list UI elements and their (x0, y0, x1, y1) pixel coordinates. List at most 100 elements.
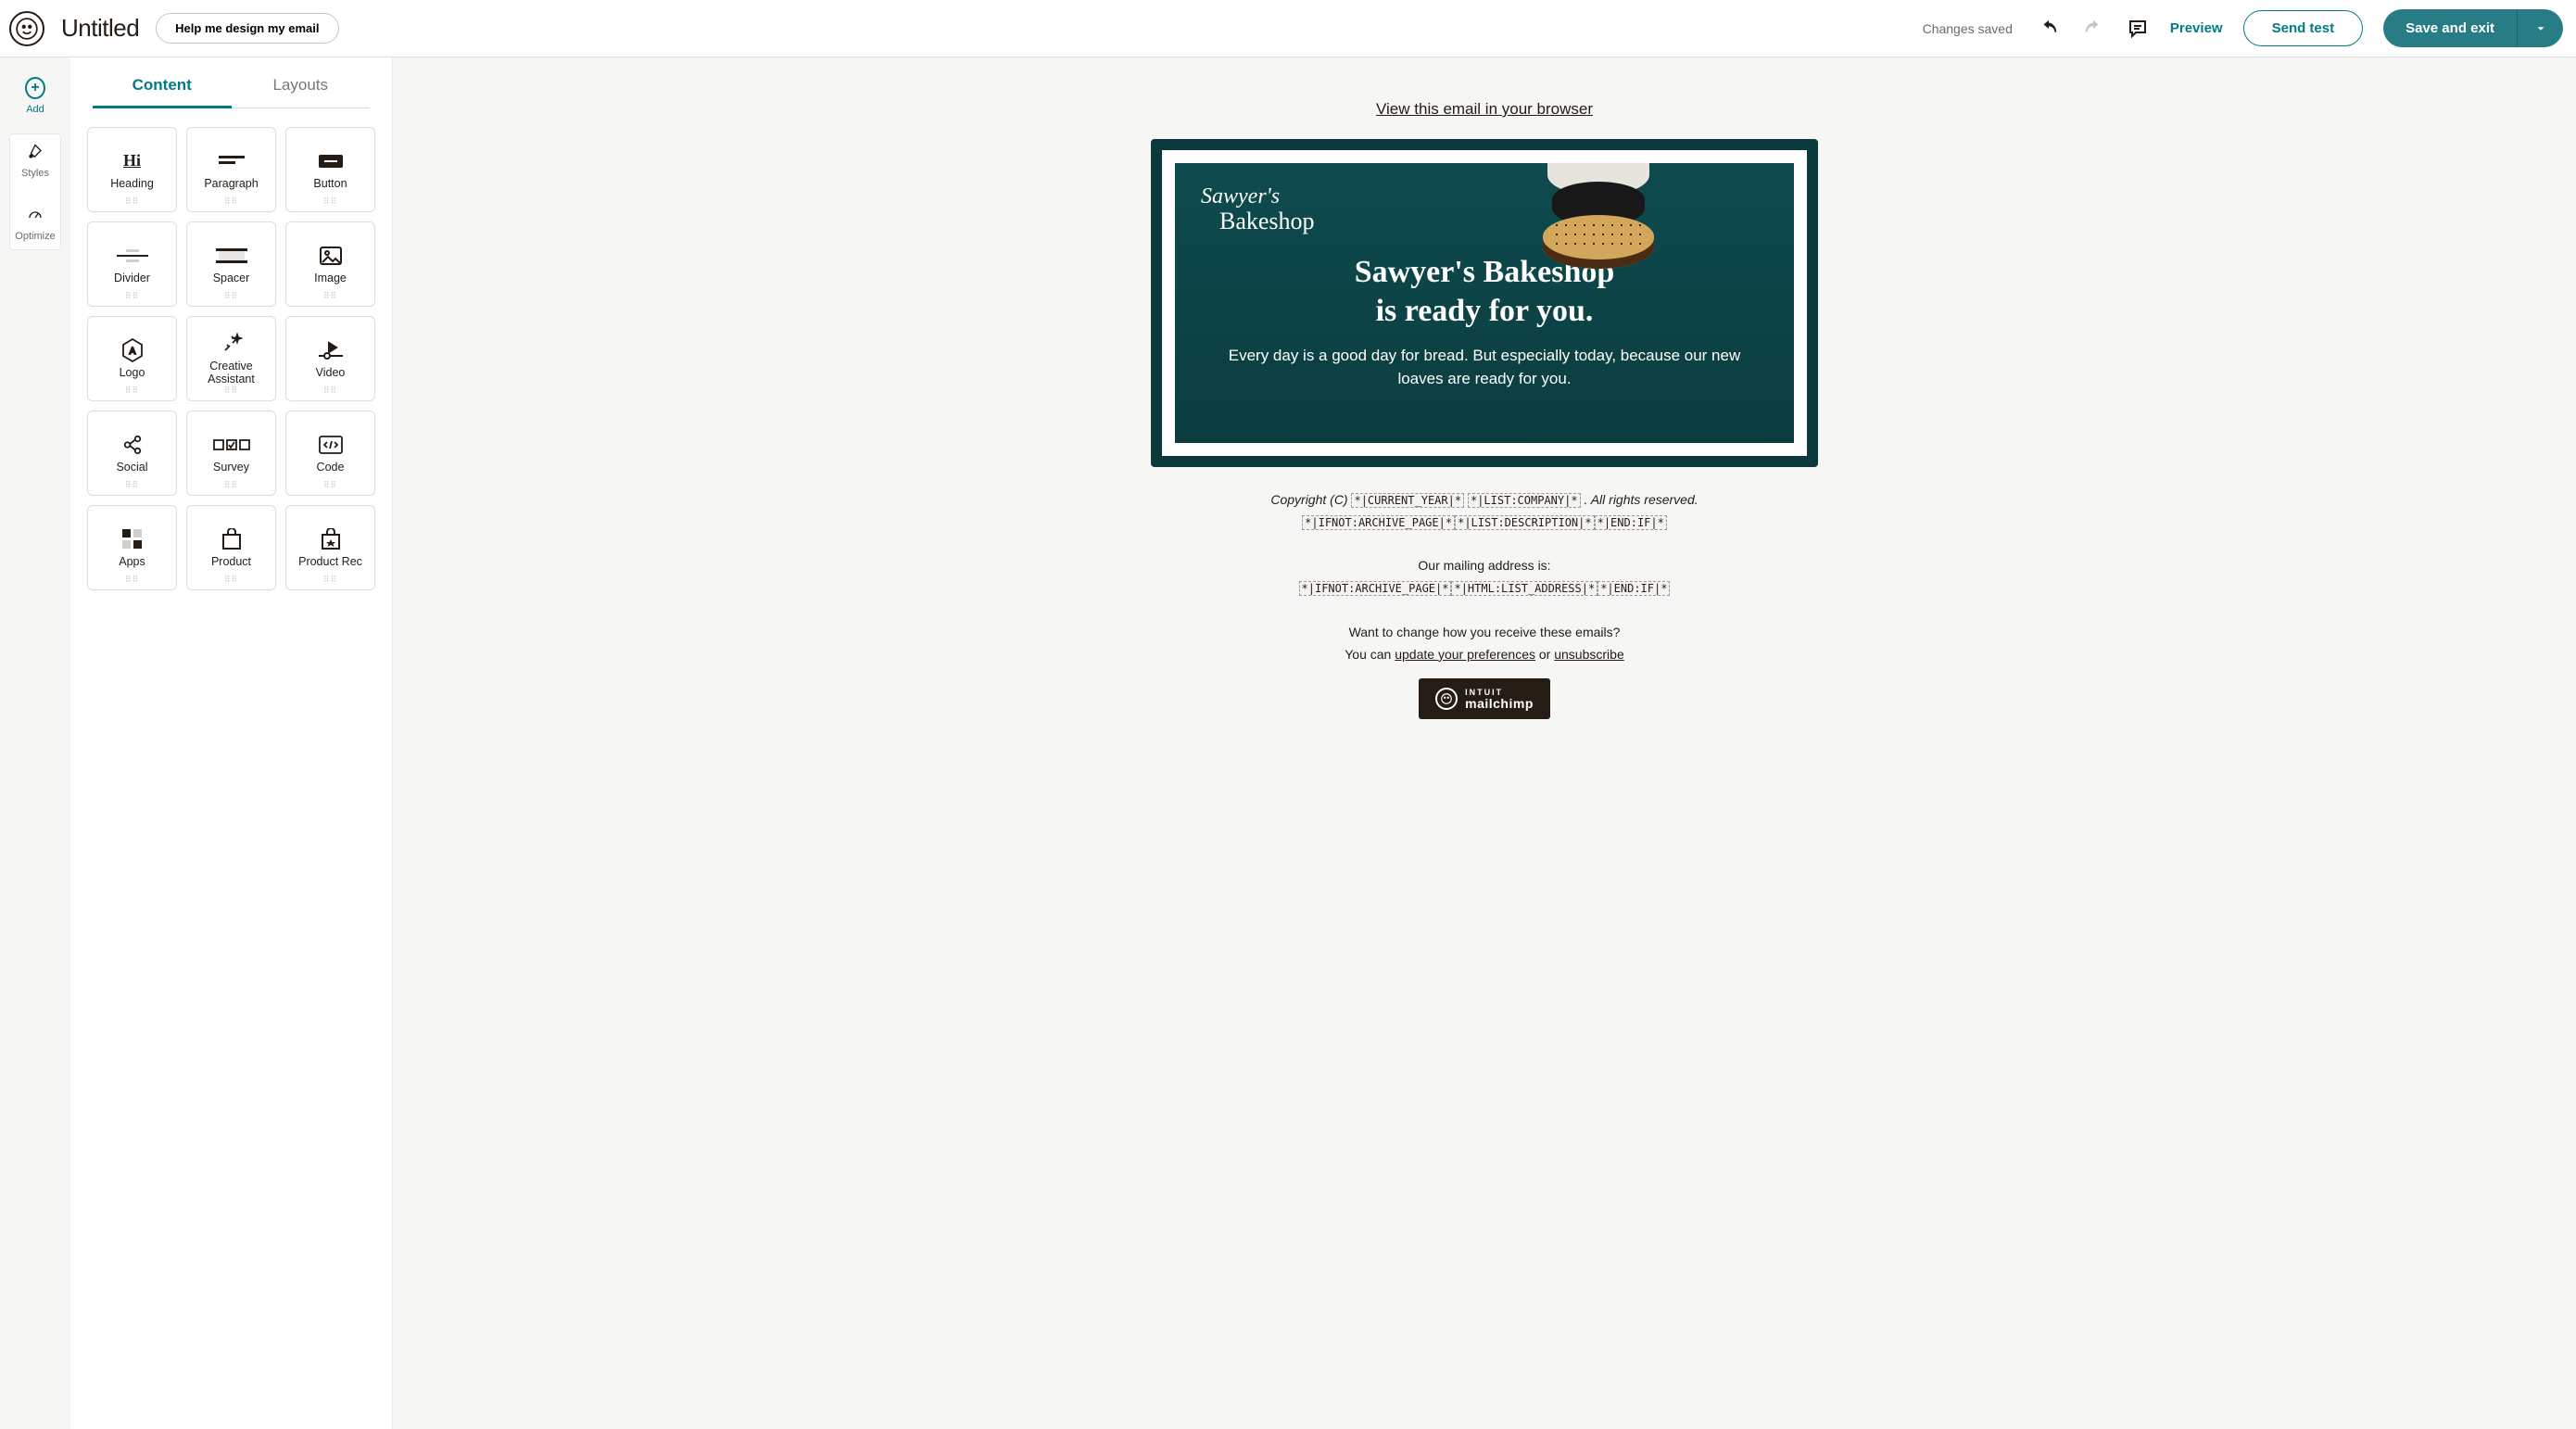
block-social[interactable]: Social⠿⠿ (87, 411, 177, 496)
block-label: Video (316, 366, 346, 379)
block-grid: HiHeading⠿⠿Paragraph⠿⠿Button⠿⠿Divider⠿⠿S… (70, 108, 392, 609)
redo-icon[interactable] (2081, 17, 2105, 41)
rail-add[interactable]: + Add (0, 72, 70, 120)
update-preferences-link[interactable]: update your preferences (1395, 647, 1535, 662)
view-in-browser-link[interactable]: View this email in your browser (1376, 100, 1593, 118)
block-spacer[interactable]: Spacer ⠿⠿ (186, 221, 276, 307)
donut-stack-icon (1534, 150, 1663, 293)
merge-tag-listdesc: *|LIST:DESCRIPTION|* (1455, 515, 1595, 530)
rail-label: Add (26, 104, 44, 115)
save-exit-button[interactable]: Save and exit (2383, 9, 2517, 47)
block-label: Divider (114, 272, 150, 285)
merge-tag-year: *|CURRENT_YEAR|* (1351, 493, 1464, 508)
hero-logo: Sawyer's Bakeshop (1201, 185, 1315, 234)
paragraph-icon (219, 149, 245, 173)
merge-tag-endif2: *|END:IF|* (1597, 581, 1670, 596)
rail-optimize[interactable]: Optimize (10, 205, 60, 242)
badge-mailchimp: mailchimp (1465, 697, 1534, 710)
drag-handle-icon: ⠿⠿ (224, 291, 238, 301)
document-title[interactable]: Untitled (61, 14, 139, 43)
email-footer[interactable]: Copyright (C) *|CURRENT_YEAR|* *|LIST:CO… (1151, 467, 1818, 728)
block-heading[interactable]: HiHeading⠿⠿ (87, 127, 177, 212)
copyright-prefix: Copyright (C) (1270, 492, 1351, 507)
block-logo[interactable]: ALogo⠿⠿ (87, 316, 177, 401)
block-label: Spacer (213, 272, 250, 285)
merge-tag-company: *|LIST:COMPANY|* (1468, 493, 1581, 508)
mailchimp-logo-icon[interactable] (9, 11, 44, 46)
drag-handle-icon: ⠿⠿ (125, 291, 139, 301)
tab-layouts[interactable]: Layouts (232, 76, 371, 108)
save-exit-group: Save and exit (2383, 9, 2563, 47)
block-code[interactable]: Code⠿⠿ (285, 411, 375, 496)
block-video[interactable]: Video ⠿⠿ (285, 316, 375, 401)
hero-block[interactable]: Sawyer's Bakeshop Sawyer's Bakeshop is r… (1151, 139, 1818, 467)
main: + Add Styles Optimize Content Layouts Hi… (0, 57, 2576, 1429)
plus-circle-icon: + (25, 77, 45, 99)
button-icon (319, 149, 343, 173)
block-label: Apps (119, 555, 145, 568)
block-label: Code (317, 461, 345, 474)
help-design-button[interactable]: Help me design my email (156, 13, 338, 44)
unsubscribe-link[interactable]: unsubscribe (1554, 647, 1624, 662)
hero-title-l2: is ready for you. (1376, 294, 1594, 328)
email-wrap: View this email in your browser Sawyer's… (1151, 57, 1818, 765)
topbar-right: Changes saved Preview Send test Save and… (1923, 9, 2563, 47)
block-survey[interactable]: Survey⠿⠿ (186, 411, 276, 496)
side-rail: + Add Styles Optimize (0, 57, 70, 1429)
mailing-address-label: Our mailing address is: (1160, 555, 1809, 577)
badge-text: INTUIT mailchimp (1465, 689, 1534, 710)
survey-icon (213, 433, 250, 457)
drag-handle-icon: ⠿⠿ (125, 575, 139, 585)
footer-copyright: Copyright (C) *|CURRENT_YEAR|* *|LIST:CO… (1160, 489, 1809, 512)
hero-logo-line1: Sawyer's (1201, 185, 1315, 209)
panel-tabs: Content Layouts (70, 57, 392, 108)
video-icon (319, 338, 343, 362)
hero-logo-line2: Bakeshop (1219, 209, 1315, 234)
send-test-button[interactable]: Send test (2243, 10, 2364, 46)
product-icon (221, 527, 242, 551)
code-icon (319, 433, 343, 457)
preview-button[interactable]: Preview (2170, 20, 2223, 36)
block-image[interactable]: Image⠿⠿ (285, 221, 375, 307)
drag-handle-icon: ⠿⠿ (224, 480, 238, 490)
tab-content[interactable]: Content (93, 76, 232, 108)
merge-tag-listaddr: *|HTML:LIST_ADDRESS|* (1451, 581, 1597, 596)
rail-group: Styles Optimize (9, 133, 61, 250)
drag-handle-icon: ⠿⠿ (224, 386, 238, 396)
undo-icon[interactable] (2037, 17, 2061, 41)
hero-inner: Sawyer's Bakeshop Sawyer's Bakeshop is r… (1162, 150, 1807, 456)
block-paragraph[interactable]: Paragraph⠿⠿ (186, 127, 276, 212)
drag-handle-icon: ⠿⠿ (323, 291, 337, 301)
block-label: Button (313, 177, 347, 190)
block-product[interactable]: Product⠿⠿ (186, 505, 276, 590)
block-label: Product (211, 555, 251, 568)
save-exit-dropdown[interactable] (2517, 9, 2563, 47)
block-creative[interactable]: CreativeAssistant⠿⠿ (186, 316, 276, 401)
merge-tag-endif: *|END:IF|* (1595, 515, 1667, 530)
social-icon (122, 433, 143, 457)
svg-text:A: A (129, 347, 135, 357)
view-in-browser: View this email in your browser (1151, 100, 1818, 119)
logo-icon: A (121, 338, 144, 362)
rail-label: Styles (21, 168, 49, 179)
drag-handle-icon: ⠿⠿ (323, 575, 337, 585)
content-panel: Content Layouts HiHeading⠿⠿Paragraph⠿⠿Bu… (70, 57, 393, 1429)
mailchimp-badge[interactable]: INTUIT mailchimp (1419, 678, 1550, 719)
rail-styles[interactable]: Styles (10, 142, 60, 179)
block-productrec[interactable]: Product Rec⠿⠿ (285, 505, 375, 590)
rights-text: . All rights reserved. (1584, 492, 1698, 507)
topbar-left: Untitled Help me design my email (9, 11, 339, 46)
divider-icon (117, 244, 148, 268)
block-label: CreativeAssistant (208, 360, 255, 386)
email-canvas[interactable]: View this email in your browser Sawyer's… (393, 57, 2576, 1429)
drag-handle-icon: ⠿⠿ (125, 196, 139, 207)
block-button[interactable]: Button⠿⠿ (285, 127, 375, 212)
block-label: Social (116, 461, 147, 474)
paint-icon (25, 142, 45, 162)
block-apps[interactable]: Apps ⠿⠿ (87, 505, 177, 590)
rail-label: Optimize (15, 231, 55, 242)
block-divider[interactable]: Divider ⠿⠿ (87, 221, 177, 307)
drag-handle-icon: ⠿⠿ (323, 386, 337, 396)
merge-tag-ifnot: *|IFNOT:ARCHIVE_PAGE|* (1302, 515, 1455, 530)
comments-icon[interactable] (2126, 17, 2150, 41)
